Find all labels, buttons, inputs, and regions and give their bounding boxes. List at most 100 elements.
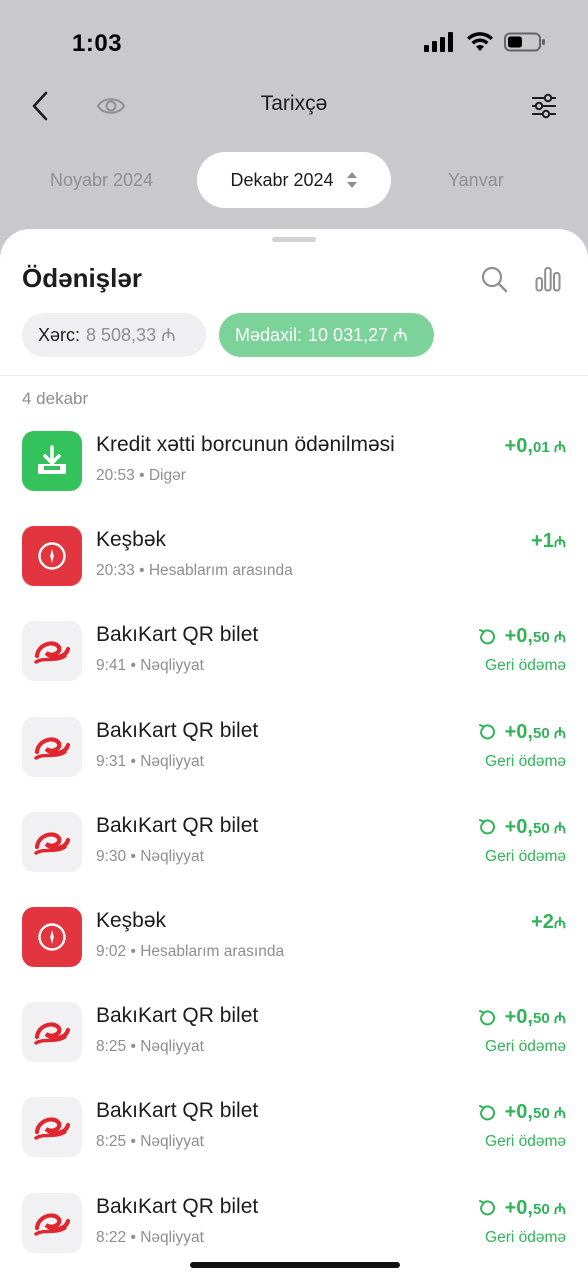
income-chip[interactable]: Mədaxil: 10 031,27 ₼ <box>219 313 434 357</box>
transaction-subtitle: 8:25 • Nəqliyyat <box>96 1038 204 1056</box>
transaction-row[interactable]: Kredit xətti borcunun ödənilməsi 20:53 • … <box>0 429 588 524</box>
month-current[interactable]: Dekabr 2024 <box>197 152 391 208</box>
transaction-row[interactable]: Keşbək 9:02 • Hesablarım arasında +2₼ <box>0 905 588 1000</box>
status-bar: 1:03 <box>0 0 588 80</box>
bakikart-icon <box>34 832 71 855</box>
transaction-row[interactable]: BakıKart QR bilet 8:25 • Nəqliyyat +0,50 ₼… <box>0 1000 588 1095</box>
amount-small: 50 ₼ <box>532 724 566 742</box>
transaction-list: Kredit xətti borcunun ödənilməsi 20:53 • … <box>0 429 588 1280</box>
battery-icon <box>504 32 545 52</box>
transaction-icon <box>22 621 82 682</box>
refund-note: Geri ödəmə <box>485 1038 566 1056</box>
signal-icon <box>424 32 453 52</box>
bakikart-icon <box>34 641 71 665</box>
transaction-subtitle: 8:25 • Nəqliyyat <box>96 1133 204 1151</box>
date-section-label: 4 dekabr <box>22 389 89 408</box>
stats-button[interactable] <box>532 263 564 295</box>
refund-icon <box>478 1009 495 1026</box>
wifi-icon <box>467 32 493 51</box>
home-indicator[interactable] <box>190 1262 400 1268</box>
transaction-amount: +0,50 ₼ <box>477 1006 566 1029</box>
refund-note: Geri ödəmə <box>485 847 566 865</box>
amount-small: 50 ₼ <box>532 1105 566 1123</box>
cashback-icon <box>38 542 66 570</box>
page-title: Tarixçə <box>260 92 328 115</box>
refund-icon <box>478 724 495 740</box>
amount-small: ₼ <box>553 914 566 932</box>
transaction-subtitle: 9:41 • Nəqliyyat <box>96 657 204 675</box>
transaction-icon <box>22 526 82 587</box>
month-prev[interactable]: Noyabr 2024 <box>50 170 153 191</box>
transaction-title: Keşbək <box>96 528 167 552</box>
transaction-icon <box>22 906 82 967</box>
transaction-subtitle: 8:22 • Nəqliyyat <box>96 1228 204 1246</box>
amount-main: +0, <box>504 1006 533 1029</box>
bakikart-icon <box>34 1212 71 1236</box>
amount-small: 50 ₼ <box>532 1200 566 1218</box>
refund-icon <box>478 1104 495 1121</box>
refund-icon <box>478 819 495 835</box>
divider <box>0 375 588 376</box>
bakikart-icon <box>34 1022 71 1045</box>
nav-bar: Tarixçə <box>0 80 588 132</box>
amount-main: +0, <box>504 815 533 838</box>
transaction-subtitle: 9:02 • Hesablarım arasında <box>96 942 285 960</box>
transaction-title: Kredit xətti borcunun ödənilməsi <box>96 433 395 456</box>
transaction-amount: +0,50 ₼ <box>477 1101 566 1124</box>
transaction-amount: +0,01 ₼ <box>505 435 566 458</box>
payments-sheet: Ödənişlər Xərc: 8 508,33 ₼ Mədaxil: 10 0… <box>0 229 588 1280</box>
amount-small: ₼ <box>553 534 566 552</box>
transaction-icon <box>22 811 82 872</box>
month-selector: Noyabr 2024 Dekabr 2024 Yanvar <box>0 152 588 208</box>
refund-note: Geri ödəmə <box>485 657 566 675</box>
transaction-title: BakıKart QR bilet <box>96 813 259 837</box>
amount-main: +0, <box>504 435 533 457</box>
refund-note: Geri ödəmə <box>485 1228 566 1246</box>
month-next[interactable]: Yanvar <box>448 170 504 191</box>
transaction-icon <box>22 1097 82 1158</box>
bakikart-icon <box>34 1117 71 1141</box>
transaction-title: BakıKart QR bilet <box>96 1194 259 1218</box>
amount-main: +0, <box>504 1101 533 1124</box>
income-label: Mədaxil: <box>235 324 303 345</box>
transaction-amount: +0,50 ₼ <box>477 1197 566 1220</box>
amount-main: +0, <box>504 625 533 648</box>
transaction-amount: +0,50 ₼ <box>477 816 566 839</box>
refund-icon <box>478 628 495 645</box>
transaction-subtitle: 20:33 • Hesablarım arasında <box>96 562 293 580</box>
income-value: 10 031,27 ₼ <box>308 325 408 345</box>
filter-button[interactable] <box>528 90 560 122</box>
amount-small: 50 ₼ <box>532 629 566 647</box>
amount-main: +1 <box>531 530 554 553</box>
transaction-icon <box>22 716 82 777</box>
transaction-icon <box>22 431 82 491</box>
amount-small: 50 ₼ <box>532 1010 566 1028</box>
transaction-row[interactable]: BakıKart QR bilet 9:41 • Nəqliyyat +0,50 ₼… <box>0 619 588 714</box>
search-button[interactable] <box>478 263 510 295</box>
transaction-title: BakıKart QR bilet <box>96 1099 259 1123</box>
transaction-row[interactable]: BakıKart QR bilet 9:31 • Nəqliyyat +0,50 ₼… <box>0 715 588 810</box>
sort-icon <box>346 172 357 188</box>
sheet-title: Ödənişlər <box>22 263 142 293</box>
sheet-handle[interactable] <box>272 237 316 242</box>
transaction-row[interactable]: Keşbək 20:33 • Hesablarım arasında +1₼ <box>0 524 588 619</box>
transaction-row[interactable]: BakıKart QR bilet 8:25 • Nəqliyyat +0,50 ₼… <box>0 1095 588 1190</box>
transaction-subtitle: 9:31 • Nəqliyyat <box>96 752 204 770</box>
sliders-icon <box>532 93 556 119</box>
transaction-subtitle: 9:30 • Nəqliyyat <box>96 847 204 865</box>
transaction-title: BakıKart QR bilet <box>96 1004 259 1028</box>
transaction-title: Keşbək <box>96 908 167 932</box>
amount-small: 50 ₼ <box>532 819 566 837</box>
bakikart-icon <box>34 736 71 760</box>
expense-label: Xərc: <box>38 324 81 345</box>
refund-note: Geri ödəmə <box>485 1133 566 1151</box>
transaction-title: BakıKart QR bilet <box>96 718 259 742</box>
cashback-icon <box>38 923 66 951</box>
search-icon <box>481 266 508 293</box>
transaction-amount: +1₼ <box>531 530 566 553</box>
amount-main: +0, <box>504 1196 533 1219</box>
expense-chip[interactable]: Xərc: 8 508,33 ₼ <box>22 313 206 357</box>
transaction-row[interactable]: BakıKart QR bilet 9:30 • Nəqliyyat +0,50 ₼… <box>0 810 588 905</box>
transaction-amount: +0,50 ₼ <box>477 721 566 744</box>
transaction-icon <box>22 1002 82 1063</box>
